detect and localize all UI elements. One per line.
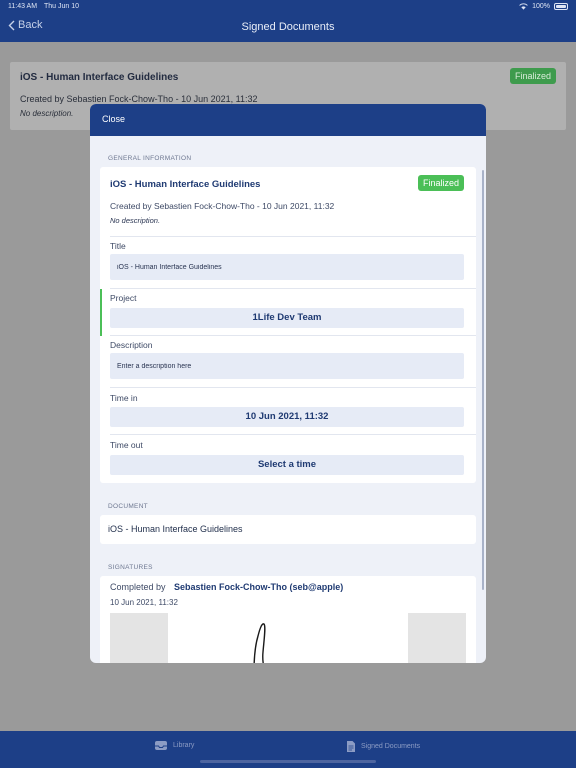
list-item-description: No description. bbox=[20, 109, 74, 118]
status-badge: Finalized bbox=[417, 175, 464, 191]
signature-image bbox=[253, 623, 266, 663]
title-input[interactable] bbox=[110, 254, 464, 280]
divider bbox=[110, 288, 476, 289]
title-field-label: Title bbox=[110, 241, 126, 251]
document-row[interactable]: iOS - Human Interface Guidelines bbox=[100, 515, 476, 544]
scrollbar[interactable] bbox=[482, 170, 484, 590]
signature-margin-left bbox=[110, 613, 168, 663]
signer-name: Sebastien Fock-Chow-Tho (seb@apple) bbox=[174, 582, 344, 592]
time-out-picker[interactable]: Select a time bbox=[110, 455, 464, 475]
time-in-field-label: Time in bbox=[110, 393, 138, 403]
document-name: iOS - Human Interface Guidelines bbox=[108, 524, 243, 534]
modal-header: Close bbox=[90, 104, 486, 136]
project-select[interactable]: 1Life Dev Team bbox=[110, 308, 464, 328]
tab-library-label: Library bbox=[173, 742, 195, 749]
tray-icon bbox=[155, 741, 167, 750]
signature-margin-right bbox=[408, 613, 466, 663]
general-info-card: iOS - Human Interface Guidelines Finaliz… bbox=[100, 167, 476, 483]
signature-date: 10 Jun 2021, 11:32 bbox=[110, 598, 178, 607]
navigation-bar: 11:43 AM Thu Jun 10 100% Back Signed Doc… bbox=[0, 0, 576, 42]
focus-indicator bbox=[100, 289, 102, 336]
general-section-label: GENERAL INFORMATION bbox=[108, 155, 192, 162]
time-out-field-label: Time out bbox=[110, 440, 143, 450]
page-title: Signed Documents bbox=[241, 21, 335, 33]
document-detail-modal: Close GENERAL INFORMATION iOS - Human In… bbox=[90, 104, 486, 663]
close-button[interactable]: Close bbox=[102, 114, 125, 124]
divider bbox=[110, 434, 476, 435]
status-bar: 11:43 AM Thu Jun 10 100% bbox=[0, 0, 576, 13]
divider bbox=[110, 236, 476, 237]
document-icon bbox=[347, 741, 355, 752]
battery-percent: 100% bbox=[532, 3, 550, 10]
description-input[interactable] bbox=[110, 353, 464, 379]
document-meta: Created by Sebastien Fock-Chow-Tho - 10 … bbox=[110, 201, 335, 211]
signature-card: Completed by Sebastien Fock-Chow-Tho (se… bbox=[100, 576, 476, 663]
tab-library[interactable]: Library bbox=[154, 740, 194, 751]
project-field-label: Project bbox=[110, 293, 137, 303]
signatures-section-label: SIGNATURES bbox=[108, 564, 153, 571]
description-field-label: Description bbox=[110, 340, 153, 350]
document-title: iOS - Human Interface Guidelines bbox=[110, 179, 261, 190]
status-badge: Finalized bbox=[509, 68, 556, 84]
wifi-icon bbox=[519, 3, 528, 10]
divider bbox=[110, 335, 476, 336]
list-item-meta: Created by Sebastien Fock-Chow-Tho - 10 … bbox=[20, 94, 258, 104]
status-right: 100% bbox=[519, 3, 568, 10]
divider bbox=[110, 387, 476, 388]
time-in-picker[interactable]: 10 Jun 2021, 11:32 bbox=[110, 407, 464, 427]
battery-icon bbox=[554, 3, 568, 10]
tab-signed-documents[interactable]: Signed Documents bbox=[346, 740, 420, 753]
tab-signed-documents-label: Signed Documents bbox=[361, 743, 421, 750]
status-date: Thu Jun 10 bbox=[44, 3, 80, 10]
status-time: 11:43 AM bbox=[8, 3, 38, 10]
document-section-label: DOCUMENT bbox=[108, 503, 148, 510]
completed-by-label: Completed by bbox=[110, 582, 166, 592]
home-indicator bbox=[200, 760, 376, 763]
list-item-title: iOS - Human Interface Guidelines bbox=[20, 72, 179, 83]
document-description: No description. bbox=[110, 216, 161, 225]
modal-body[interactable]: GENERAL INFORMATION iOS - Human Interfac… bbox=[90, 136, 486, 663]
